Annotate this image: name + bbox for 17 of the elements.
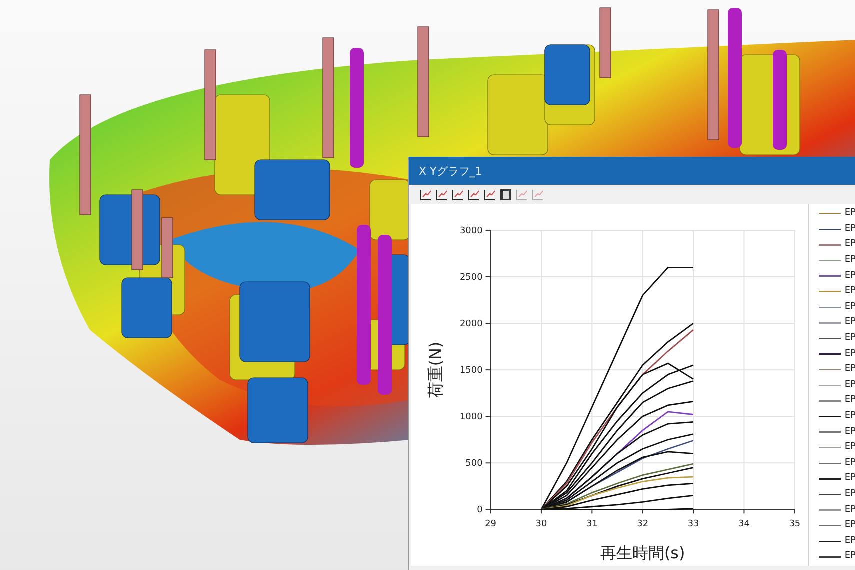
y-tick-label: 1000 [460,412,483,423]
x-axis-title: 再生時間(s) [600,544,686,563]
x-tick-label: 31 [586,520,598,530]
y-tick-label: 500 [466,459,483,470]
y-axis-title: 荷重(N) [426,342,445,398]
x-tick-label: 35 [789,520,801,530]
y-tick-label: 2500 [460,273,483,283]
y-tick-label: 1500 [460,366,483,376]
x-tick-label: 32 [637,520,649,530]
y-tick-label: 0 [477,506,483,516]
window-title: X Yグラフ_1 [419,164,482,178]
x-tick-label: 34 [738,520,750,530]
y-tick-label: 3000 [460,226,483,236]
x-tick-label: 30 [536,520,548,530]
x-tick-label: 33 [688,520,700,530]
y-tick-label: 2000 [460,320,483,330]
x-tick-label: 29 [485,520,496,530]
